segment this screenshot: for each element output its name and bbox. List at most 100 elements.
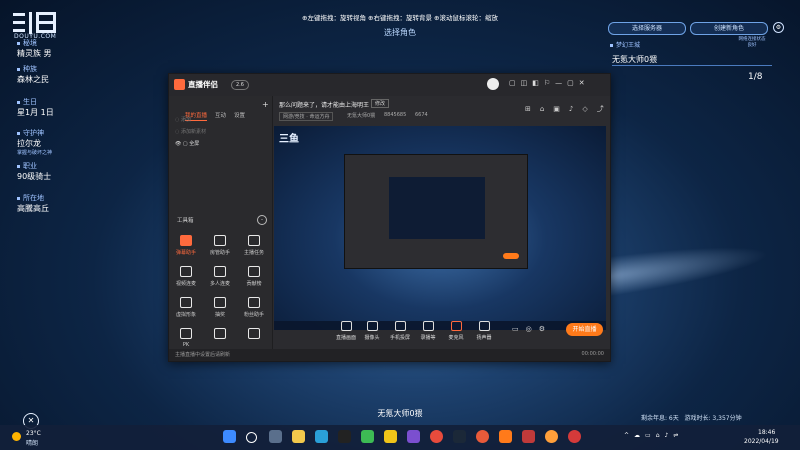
speaker-icon [478,321,490,331]
wechat-icon[interactable] [361,430,374,443]
fans-icon [248,297,260,308]
sidebar-tabs[interactable]: 我的直播 互动 设置 [185,102,253,121]
hot-count: 6674 [415,112,428,118]
edge-icon[interactable] [315,430,328,443]
search-icon[interactable] [246,432,257,443]
window-header: 直播伴侣 2.6 ▢◫◧⚐—▢✕ [169,74,610,96]
source-item[interactable]: ◌ 添加新素材 [175,128,206,135]
network-status: 网络连接状态 良好 [738,37,766,48]
vs-icon[interactable] [407,430,420,443]
tool-icon [248,328,260,339]
header-tool-icons[interactable]: ⊞⌂▣♪◇⤴ [525,104,613,114]
start-icon[interactable] [223,430,236,443]
weather-desc[interactable]: 晴朗 [26,438,38,447]
streaming-app-window: 直播伴侣 2.6 ▢◫◧⚐—▢✕ 我的直播 互动 设置 + ◌ 添加 ◌ 添加新素材… [168,73,611,362]
edit-title-button[interactable]: 修改 [371,99,390,108]
left-sidebar: 我的直播 互动 设置 + ◌ 添加 ◌ 添加新素材 👁 ▢ 全屏 工具箱 – 弹幕助… [169,96,273,349]
explorer-icon[interactable] [292,430,305,443]
window-controls[interactable]: ▢◫◧⚐—▢✕ [509,79,590,87]
phone-icon [394,321,406,331]
category-selector[interactable]: 网游/竞技 · 命运方舟 [279,112,334,121]
add-tab-icon[interactable]: + [262,100,269,109]
info-value: 90级骑士 [17,172,52,181]
tool-video-link[interactable]: 视频连麦 [171,266,201,287]
info-value: 拉尔龙 [17,139,41,148]
monitor-icon [340,321,352,331]
stream-title: 那么问题来了，请才能由上海明王 [279,102,370,109]
source-item-active[interactable]: 👁 ▢ 全屏 [175,140,199,147]
toolbox-more-icon[interactable]: – [257,215,267,225]
avatar-icon [180,297,192,308]
tool-multi-link[interactable]: 多人连麦 [205,266,235,287]
info-value: 精灵族 男 [17,49,52,58]
info-tribe: 种族 森林之民 [17,65,49,84]
info-location: 所在地 高騰高丘 [17,194,49,213]
weather-icon [12,432,21,441]
control-hints: ⊕左键拖拽：旋转视角 ⊕右键拖拽：旋转背景 ⊕滚动鼠标滚轮：缩放 [302,14,498,22]
system-tray-icons[interactable]: ^☁▭⌂♪⇌ [624,432,683,439]
version-badge[interactable]: 2.6 [231,80,249,90]
clock-time[interactable]: 18:46 [758,429,775,436]
settings-icon[interactable]: ⚙ [773,22,784,33]
select-character-title: 选择角色 [384,28,416,37]
tool-rank[interactable]: 贡献榜 [239,266,269,287]
tab-settings[interactable]: 设置 [234,113,245,119]
info-class: 职业 90级骑士 [17,162,52,181]
weather-temp[interactable]: 23°C [26,430,41,437]
tool-extra[interactable] [205,328,235,342]
info-value: 高騰高丘 [17,204,49,213]
video-icon [180,266,192,277]
fans-count: 8845685 [384,112,407,118]
camera-icon [366,321,378,331]
toolbox-title: 工具箱 [177,218,194,224]
taskbar: 23°C 晴朗 ^☁▭⌂♪⇌ 18:46 2022/04/19 [0,425,800,450]
app-logo-icon [174,79,185,90]
nested-go-live [503,253,519,259]
danmu-icon [180,235,192,246]
tool-task[interactable]: 主播任务 [239,235,269,256]
tab-interact[interactable]: 互动 [215,113,226,119]
tool-admin[interactable]: 房管助手 [205,235,235,256]
tool-lottery[interactable]: 抽奖 [205,297,235,318]
steam-icon[interactable] [453,430,466,443]
chrome-icon[interactable] [430,430,443,443]
create-character-button[interactable]: 创建新角色 [690,22,768,35]
tool-danmu[interactable]: 弹幕助手 [171,235,201,256]
clock-date[interactable]: 2022/04/19 [744,438,779,445]
app-icon[interactable] [522,430,535,443]
notes-icon[interactable] [384,430,397,443]
nested-preview-screen [389,177,485,239]
info-value: 森林之民 [17,75,49,84]
ctrl-speaker[interactable]: 扬声器 [467,321,501,341]
user-avatar[interactable] [487,78,499,90]
mic-icon [450,321,462,331]
extra-controls[interactable]: ▭◎⚙ [512,325,552,333]
source-item[interactable]: ◌ 添加 [175,116,191,123]
tool-extra[interactable] [239,328,269,342]
qq-icon[interactable] [338,430,351,443]
gift-icon [214,297,226,308]
nested-app-preview [344,154,528,269]
group-icon [214,266,226,277]
task-view-icon[interactable] [269,430,282,443]
status-text: 主播直播中设置后请刷新 [175,352,231,358]
game-icon[interactable] [476,430,489,443]
app-title: 直播伴侣 [188,80,218,89]
selected-character-name: 无氪大师0猥 [377,409,423,418]
go-live-button[interactable]: 开始直播 [566,323,603,336]
app-icon[interactable] [568,430,581,443]
info-sub: 掌握与破坏之神 [17,150,53,156]
select-server-button[interactable]: 选择服务器 [608,22,686,35]
douyu-icon[interactable] [545,430,558,443]
tool-pk[interactable]: PK [171,328,201,348]
room-name: 无氪大师0猥 [347,113,376,119]
tool-fans[interactable]: 粉丝助手 [239,297,269,318]
info-guardian: 守护神 拉尔龙 掌握与破坏之神 [17,129,53,156]
stream-app-icon[interactable] [499,430,512,443]
rank-icon [248,266,260,277]
tool-avatar[interactable]: 虚拟形象 [171,297,201,318]
stream-preview: 三鱼 [274,126,606,330]
record-icon [422,321,434,331]
character-page: 1/8 [748,72,763,82]
character-name[interactable]: 无氪大师0猥 [612,54,657,65]
